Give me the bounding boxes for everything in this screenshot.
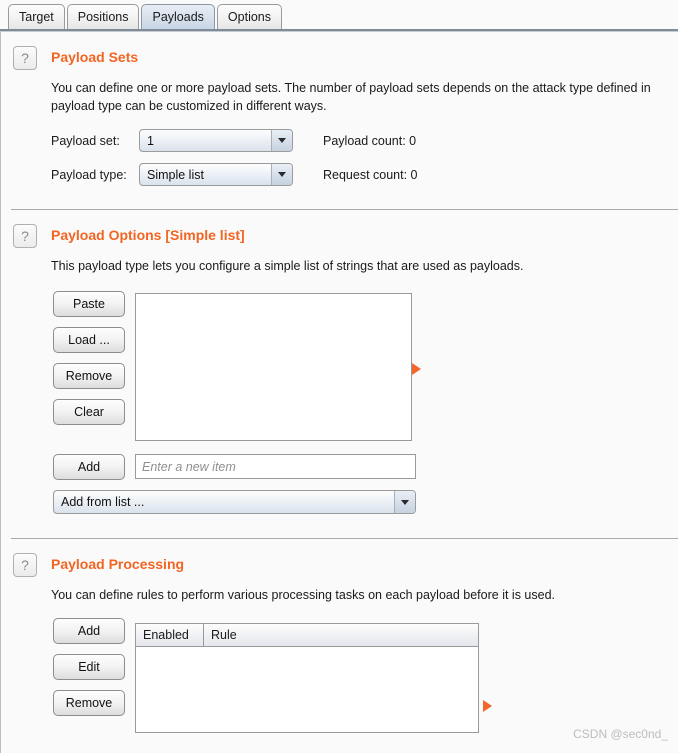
collapse-arrow-icon[interactable] — [412, 363, 421, 375]
column-header-enabled[interactable]: Enabled — [136, 624, 204, 646]
new-item-placeholder: Enter a new item — [142, 459, 236, 474]
chevron-down-icon — [271, 130, 292, 151]
button-label: Clear — [74, 405, 104, 419]
chevron-down-icon — [271, 164, 292, 185]
payload-processing-title: Payload Processing — [51, 556, 185, 572]
paste-button[interactable]: Paste — [53, 291, 125, 317]
remove-button[interactable]: Remove — [53, 363, 125, 389]
collapse-arrow-icon[interactable] — [483, 700, 492, 712]
load-button[interactable]: Load ... — [53, 327, 125, 353]
new-item-input[interactable]: Enter a new item — [135, 454, 416, 479]
payload-processing-section: ? Payload Processing You can define rule… — [1, 539, 678, 733]
button-label: Edit — [78, 660, 100, 674]
payload-set-dropdown[interactable]: 1 — [139, 129, 293, 152]
rules-table[interactable]: Enabled Rule — [135, 623, 479, 733]
request-count-label: Request count: 0 — [323, 167, 418, 182]
add-from-list-value: Add from list ... — [61, 495, 145, 509]
add-item-button[interactable]: Add — [53, 454, 125, 480]
button-label: Add — [77, 624, 101, 638]
payload-sets-section: ? Payload Sets You can define one or mor… — [1, 32, 678, 210]
payload-type-label: Payload type: — [51, 167, 127, 182]
tab-label: Options — [227, 10, 272, 24]
tab-label: Payloads — [152, 10, 204, 24]
tab-bar: Target Positions Payloads Options — [0, 0, 678, 32]
payload-processing-description: You can define rules to perform various … — [51, 588, 555, 602]
tab-positions[interactable]: Positions — [66, 4, 140, 29]
tab-list: Target Positions Payloads Options — [8, 4, 283, 29]
payload-options-section: ? Payload Options [Simple list] This pay… — [1, 210, 678, 539]
chevron-down-icon — [394, 491, 415, 513]
remove-rule-button[interactable]: Remove — [53, 690, 125, 716]
tab-label: Target — [19, 10, 54, 24]
payload-set-value: 1 — [147, 133, 154, 148]
help-icon[interactable]: ? — [13, 46, 37, 70]
table-header-row: Enabled Rule — [136, 624, 478, 647]
button-label: Paste — [73, 297, 105, 311]
help-icon[interactable]: ? — [13, 553, 37, 577]
button-label: Load ... — [68, 333, 110, 347]
payload-options-description: This payload type lets you configure a s… — [51, 259, 524, 273]
tab-label: Positions — [77, 10, 129, 24]
processing-rules-editor: Add Edit Remove Enabled Rule — [1, 618, 678, 733]
tab-target[interactable]: Target — [8, 4, 65, 29]
tab-payloads[interactable]: Payloads — [141, 4, 215, 29]
payloads-panel: ? Payload Sets You can define one or mor… — [0, 32, 678, 753]
simple-list-editor: Paste Load ... Remove Clear Add Enter a … — [1, 291, 678, 514]
payload-options-header: ? Payload Options [Simple list] — [1, 224, 678, 248]
edit-rule-button[interactable]: Edit — [53, 654, 125, 680]
payload-list[interactable] — [135, 293, 412, 441]
add-from-list-dropdown[interactable]: Add from list ... — [53, 490, 416, 514]
payload-set-row: Payload set: 1 Payload count: 0 — [51, 129, 678, 152]
payload-sets-description: You can define one or more payload sets.… — [51, 81, 651, 113]
add-rule-button[interactable]: Add — [53, 618, 125, 644]
watermark: CSDN @sec0nd_ — [573, 727, 668, 741]
column-header-rule[interactable]: Rule — [204, 624, 478, 646]
tab-options[interactable]: Options — [216, 4, 283, 29]
clear-button[interactable]: Clear — [53, 399, 125, 425]
payload-count-label: Payload count: 0 — [323, 133, 417, 148]
help-icon[interactable]: ? — [13, 224, 37, 248]
payload-type-value: Simple list — [147, 167, 204, 182]
payload-processing-header: ? Payload Processing — [1, 553, 678, 577]
payload-options-title: Payload Options [Simple list] — [51, 227, 245, 243]
button-label: Add — [77, 460, 101, 474]
button-label: Remove — [65, 696, 113, 710]
payload-type-row: Payload type: Simple list Request count:… — [51, 163, 678, 186]
payload-sets-title: Payload Sets — [51, 49, 139, 65]
payload-sets-header: ? Payload Sets — [1, 46, 678, 70]
payload-set-label: Payload set: — [51, 133, 120, 148]
payload-type-dropdown[interactable]: Simple list — [139, 163, 293, 186]
button-label: Remove — [65, 369, 113, 383]
